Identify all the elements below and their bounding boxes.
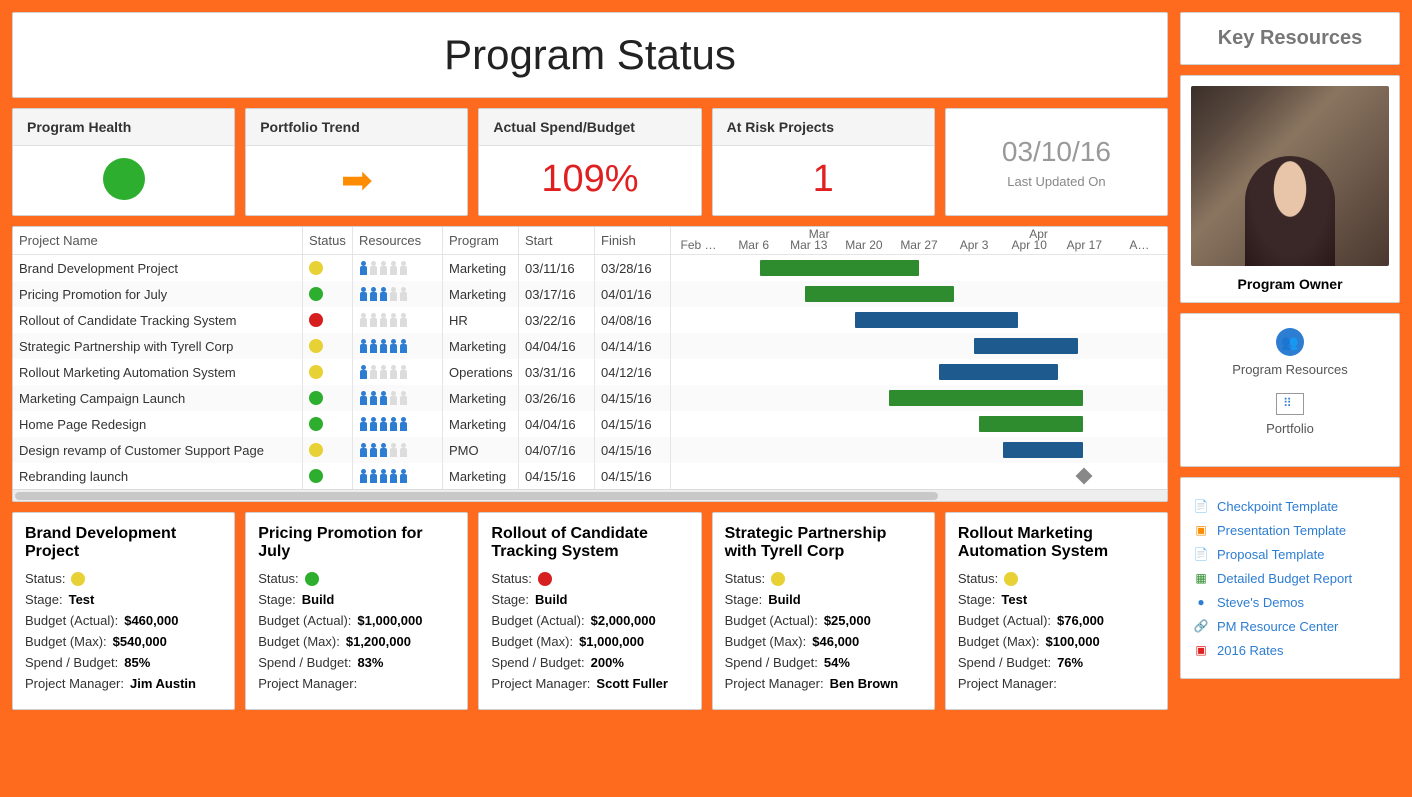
status-dot-icon xyxy=(305,572,319,586)
col-project-name[interactable]: Project Name xyxy=(13,227,303,255)
status-dot-icon xyxy=(309,443,323,457)
col-timeline: MarApr Feb …Mar 6Mar 13Mar 20Mar 27Apr 3… xyxy=(671,227,1167,255)
link-icon: 🔗 xyxy=(1193,618,1209,634)
col-program[interactable]: Program xyxy=(443,227,519,255)
link-icon: ▣ xyxy=(1193,642,1209,658)
resources-icon xyxy=(359,469,408,483)
resources-icon xyxy=(359,443,408,457)
col-status[interactable]: Status xyxy=(303,227,353,255)
col-start[interactable]: Start xyxy=(519,227,595,255)
resources-icon xyxy=(359,391,408,405)
resources-icon xyxy=(359,365,408,379)
status-dot-icon xyxy=(538,572,552,586)
status-dot-icon xyxy=(309,469,323,483)
h-scrollbar[interactable] xyxy=(13,489,1167,501)
resources-icon xyxy=(359,261,408,275)
status-dot-icon xyxy=(309,391,323,405)
status-dot-icon xyxy=(309,287,323,301)
resources-icon xyxy=(359,339,408,353)
kpi-last-updated: 03/10/16 Last Updated On xyxy=(945,108,1168,216)
status-dot-icon xyxy=(1004,572,1018,586)
program-resources-icon[interactable]: 👥 xyxy=(1276,328,1304,356)
kpi-portfolio-trend[interactable]: Portfolio Trend ➡ xyxy=(245,108,468,216)
link-icon: ● xyxy=(1193,594,1209,610)
gantt-row[interactable]: Brand Development ProjectMarketing03/11/… xyxy=(13,255,1167,281)
gantt-row[interactable]: Home Page RedesignMarketing04/04/1604/15… xyxy=(13,411,1167,437)
gantt-row[interactable]: Rollout of Candidate Tracking SystemHR03… xyxy=(13,307,1167,333)
kpi-at-risk[interactable]: At Risk Projects 1 xyxy=(712,108,935,216)
gantt-row[interactable]: Pricing Promotion for JulyMarketing03/17… xyxy=(13,281,1167,307)
gantt-row[interactable]: Marketing Campaign LaunchMarketing03/26/… xyxy=(13,385,1167,411)
gantt-row[interactable]: Design revamp of Customer Support PagePM… xyxy=(13,437,1167,463)
resource-link[interactable]: 📄Checkpoint Template xyxy=(1193,498,1387,514)
project-card[interactable]: Pricing Promotion for JulyStatus:Stage:B… xyxy=(245,512,468,710)
status-dot-icon xyxy=(309,417,323,431)
gantt-row[interactable]: Rollout Marketing Automation SystemOpera… xyxy=(13,359,1167,385)
portfolio-icon[interactable] xyxy=(1276,393,1304,415)
link-icon: ▦ xyxy=(1193,570,1209,586)
resources-icon xyxy=(359,417,408,431)
status-dot-icon xyxy=(71,572,85,586)
status-dot-icon xyxy=(309,365,323,379)
program-owner-widget[interactable]: Program Owner xyxy=(1180,75,1400,303)
resources-icon xyxy=(359,313,408,327)
resource-link[interactable]: 📄Proposal Template xyxy=(1193,546,1387,562)
trend-arrow-icon: ➡ xyxy=(260,158,453,203)
link-icon: 📄 xyxy=(1193,546,1209,562)
gantt-row[interactable]: Strategic Partnership with Tyrell CorpMa… xyxy=(13,333,1167,359)
link-icon: ▣ xyxy=(1193,522,1209,538)
owner-photo xyxy=(1191,86,1389,266)
resource-link[interactable]: 🔗PM Resource Center xyxy=(1193,618,1387,634)
kpi-program-health[interactable]: Program Health xyxy=(12,108,235,216)
col-finish[interactable]: Finish xyxy=(595,227,671,255)
link-icon: 📄 xyxy=(1193,498,1209,514)
resource-link[interactable]: ▦Detailed Budget Report xyxy=(1193,570,1387,586)
status-dot-icon xyxy=(309,339,323,353)
resource-links: 📄Checkpoint Template ▣Presentation Templa… xyxy=(1180,477,1400,679)
gantt-row[interactable]: Rebranding launchMarketing04/15/1604/15/… xyxy=(13,463,1167,489)
project-card[interactable]: Rollout of Candidate Tracking SystemStat… xyxy=(478,512,701,710)
page-title: Program Status xyxy=(31,31,1149,79)
resource-shortcuts: 👥 Program Resources Portfolio xyxy=(1180,313,1400,467)
kpi-row: Program Health Portfolio Trend ➡ Actual … xyxy=(12,108,1168,216)
resource-link[interactable]: ▣Presentation Template xyxy=(1193,522,1387,538)
key-resources-title: Key Resources xyxy=(1180,12,1400,65)
col-resources[interactable]: Resources xyxy=(353,227,443,255)
project-card[interactable]: Rollout Marketing Automation SystemStatu… xyxy=(945,512,1168,710)
status-dot-icon xyxy=(771,572,785,586)
project-card[interactable]: Strategic Partnership with Tyrell CorpSt… xyxy=(712,512,935,710)
project-card[interactable]: Brand Development ProjectStatus:Stage:Te… xyxy=(12,512,235,710)
health-green-icon xyxy=(103,158,145,200)
resources-icon xyxy=(359,287,408,301)
status-dot-icon xyxy=(309,261,323,275)
resource-link[interactable]: ▣2016 Rates xyxy=(1193,642,1387,658)
status-dot-icon xyxy=(309,313,323,327)
kpi-actual-spend[interactable]: Actual Spend/Budget 109% xyxy=(478,108,701,216)
resource-link[interactable]: ●Steve's Demos xyxy=(1193,594,1387,610)
page-title-panel: Program Status xyxy=(12,12,1168,98)
project-cards: Brand Development ProjectStatus:Stage:Te… xyxy=(12,512,1168,710)
gantt-chart[interactable]: Project Name Status Resources Program St… xyxy=(12,226,1168,502)
